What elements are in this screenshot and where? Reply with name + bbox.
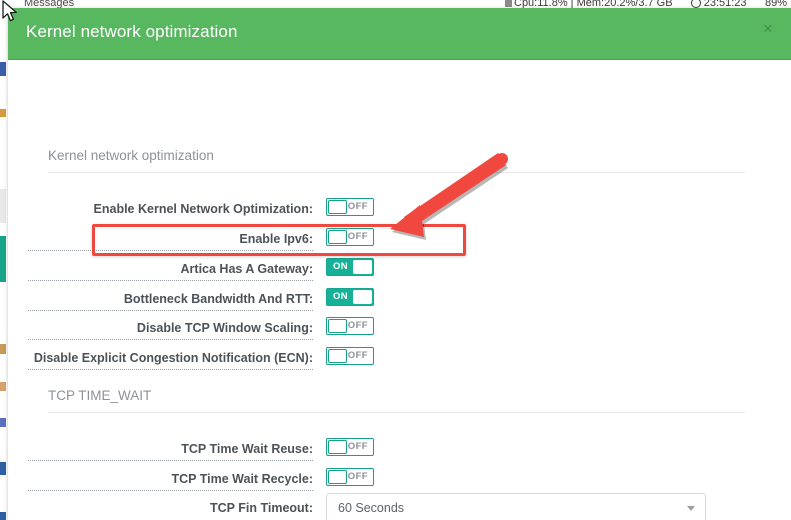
sliver-item — [0, 418, 6, 427]
toggle-disable-tcp-window-scaling[interactable]: OFF — [326, 317, 374, 335]
toggle-knob — [328, 230, 347, 244]
toggle-enable-ipv6[interactable]: OFF — [326, 228, 374, 246]
section-title: Kernel network optimization — [48, 148, 745, 172]
row-enable-kernel-network-optimization: Enable Kernel Network Optimization: OFF — [8, 198, 791, 220]
row-disable-tcp-window-scaling: Disable TCP Window Scaling: OFF — [8, 317, 791, 339]
toggle-state-label: ON — [333, 259, 348, 275]
dialog-title: Kernel network optimization — [26, 22, 238, 42]
row-control: 60 Seconds — [326, 493, 706, 520]
toggle-bottleneck-bandwidth-and-rtt[interactable]: ON — [326, 288, 374, 306]
toggle-knob — [328, 440, 347, 454]
select-tcp-fin-timeout[interactable]: 60 Seconds — [326, 493, 706, 520]
row-artica-has-a-gateway: Artica Has A Gateway: ON — [8, 258, 791, 280]
toggle-knob — [353, 290, 372, 304]
toggle-knob — [328, 319, 347, 333]
row-control: OFF — [326, 468, 374, 486]
toggle-knob — [353, 260, 372, 274]
row-disable-explicit-congestion-notification: Disable Explicit Congestion Notification… — [8, 347, 791, 369]
row-label: Artica Has A Gateway: — [28, 258, 313, 281]
dialog-header: Kernel network optimization × — [8, 8, 791, 60]
kernel-network-optimization-dialog: Kernel network optimization × Kernel net… — [8, 8, 791, 520]
row-label: TCP Fin Timeout: — [28, 493, 313, 520]
row-enable-ipv6: Enable Ipv6: OFF — [8, 228, 791, 250]
sliver-item — [0, 62, 6, 76]
sliver-item — [0, 344, 6, 354]
section-tcp-time-wait: TCP TIME_WAIT — [48, 388, 745, 413]
toggle-tcp-time-wait-reuse[interactable]: OFF — [326, 438, 374, 456]
toggle-state-label: OFF — [348, 229, 368, 245]
toggle-knob — [328, 470, 347, 484]
sliver-item — [0, 512, 6, 520]
row-bottleneck-bandwidth-and-rtt: Bottleneck Bandwidth And RTT: ON — [8, 288, 791, 310]
toggle-state-label: OFF — [348, 439, 368, 455]
section-kernel-network-optimization: Kernel network optimization — [48, 148, 745, 173]
toggle-state-label: OFF — [348, 348, 368, 364]
sliver-item — [0, 109, 6, 117]
sliver-item — [0, 462, 6, 475]
toggle-enable-kernel-network-optimization[interactable]: OFF — [326, 198, 374, 216]
row-tcp-fin-timeout: TCP Fin Timeout: 60 Seconds — [8, 493, 791, 520]
toggle-knob — [328, 349, 347, 363]
toggle-knob — [328, 200, 347, 214]
clock-icon — [691, 0, 701, 8]
row-control: ON — [326, 288, 374, 306]
row-tcp-time-wait-reuse: TCP Time Wait Reuse: OFF — [8, 438, 791, 460]
dialog-body: Kernel network optimization Enable Kerne… — [8, 60, 791, 520]
sliver-item — [0, 189, 6, 223]
close-icon[interactable]: × — [758, 19, 778, 39]
sliver-item — [0, 382, 6, 391]
row-label: Enable Ipv6: — [28, 228, 313, 251]
row-label: Disable Explicit Congestion Notification… — [28, 347, 313, 370]
toggle-state-label: OFF — [348, 469, 368, 485]
row-label: TCP Time Wait Reuse: — [28, 438, 313, 461]
row-control: OFF — [326, 438, 374, 456]
section-divider — [48, 412, 745, 413]
screen: Messages Cpu:11.8% | Mem:20.2%/3.7 GB 23… — [0, 0, 791, 520]
row-tcp-time-wait-recycle: TCP Time Wait Recycle: OFF — [8, 468, 791, 490]
toggle-artica-has-a-gateway[interactable]: ON — [326, 258, 374, 276]
row-control: OFF — [326, 347, 374, 365]
row-control: OFF — [326, 317, 374, 335]
select-selected-value: 60 Seconds — [338, 494, 404, 520]
stats-icon — [505, 0, 512, 7]
row-label: Disable TCP Window Scaling: — [28, 317, 313, 340]
section-title: TCP TIME_WAIT — [48, 388, 745, 412]
chevron-down-icon — [687, 506, 695, 511]
toggle-state-label: ON — [333, 289, 348, 305]
row-label: TCP Time Wait Recycle: — [28, 468, 313, 491]
toggle-state-label: OFF — [348, 199, 368, 215]
toggle-disable-ecn[interactable]: OFF — [326, 347, 374, 365]
row-label: Bottleneck Bandwidth And RTT: — [28, 288, 313, 311]
toggle-state-label: OFF — [348, 318, 368, 334]
sliver-item — [0, 236, 6, 282]
row-label: Enable Kernel Network Optimization: — [28, 198, 313, 220]
row-control: OFF — [326, 228, 374, 246]
toggle-tcp-time-wait-recycle[interactable]: OFF — [326, 468, 374, 486]
section-divider — [48, 172, 745, 173]
row-control: OFF — [326, 198, 374, 216]
row-control: ON — [326, 258, 374, 276]
